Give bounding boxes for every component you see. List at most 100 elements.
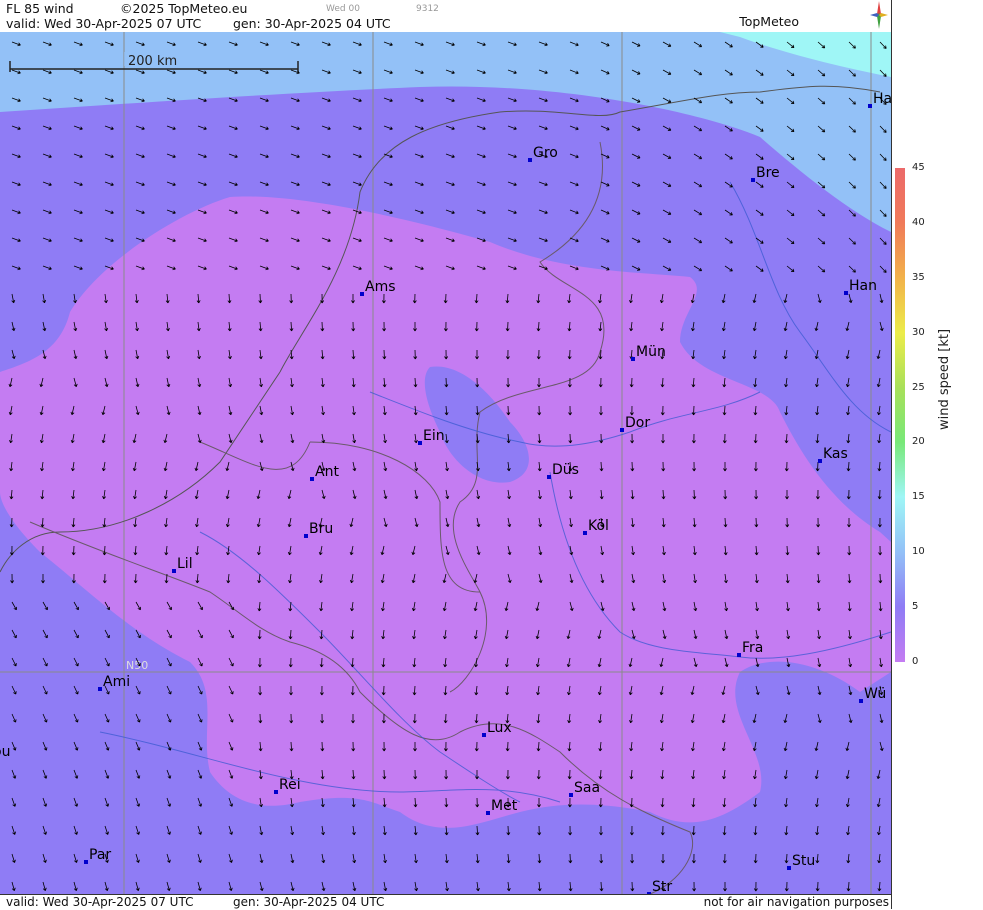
city-label: Mün: [636, 344, 666, 360]
legend-title: wind speed [kt]: [937, 328, 952, 430]
product-code: 9312: [416, 4, 439, 14]
city-dot: [98, 687, 102, 691]
city-dot: [583, 531, 587, 535]
city-marker: Stu: [787, 853, 815, 870]
city-dot: [751, 178, 755, 182]
city-marker: Düs: [547, 462, 579, 479]
compass-icon: [870, 1, 888, 29]
city-dot: [569, 793, 573, 797]
city-label: Lil: [177, 556, 193, 572]
colorbar-tick: 35: [912, 271, 925, 283]
colorbar-segment: [895, 552, 905, 608]
footer-valid-time: valid: Wed 30-Apr-2025 07 UTC: [6, 895, 194, 909]
city-dot: [360, 292, 364, 296]
city-label: Stu: [792, 853, 815, 869]
city-marker: Dor: [620, 415, 650, 432]
topmeteo-logo: TopMeteo: [739, 14, 799, 29]
city-label: Gro: [533, 145, 558, 161]
city-dot: [844, 291, 848, 295]
colorbar-tick: 0: [912, 656, 919, 667]
product-title: FL 85 wind: [6, 1, 74, 16]
city-marker: ou: [0, 744, 10, 760]
city-label: Köl: [588, 518, 609, 534]
valid-time: valid: Wed 30-Apr-2025 07 UTC: [6, 16, 202, 31]
city-label: Ha: [873, 91, 891, 107]
colorbar-segment: [895, 168, 905, 223]
city-dot: [631, 357, 635, 361]
city-dot: [486, 811, 490, 815]
colorbar-tick: 45: [912, 162, 925, 173]
colorbar-segment: [895, 387, 905, 443]
city-dot: [310, 477, 314, 481]
city-label: Dor: [625, 415, 650, 431]
city-dot: [304, 534, 308, 538]
city-dot: [620, 428, 624, 432]
city-label: Ami: [103, 674, 130, 690]
city-dot: [482, 733, 486, 737]
city-label: Düs: [552, 462, 579, 478]
generated-time: gen: 30-Apr-2025 04 UTC: [233, 16, 391, 31]
colorbar-tick: 5: [912, 601, 919, 613]
city-marker: Ant: [310, 464, 339, 481]
city-dot: [859, 699, 863, 703]
city-dot: [274, 790, 278, 794]
city-label: Rei: [279, 777, 301, 793]
city-marker: Met: [486, 798, 518, 815]
city-marker: Gro: [528, 145, 558, 162]
valid-day-small: Wed 00: [326, 4, 360, 14]
colorbar-segment: [895, 442, 905, 498]
map-canvas: 200 km N50 GroBreHaAms HanMünDorEinKasDüs…: [0, 32, 891, 894]
colorbar-tick: 20: [912, 436, 925, 448]
wind-speed-legend: 45 40 35 30 25 20 15 10 5 0 wind speed [kt]: [891, 0, 983, 909]
city-dot: [818, 459, 822, 463]
city-marker: Par: [84, 847, 111, 864]
scale-bar-label: 200 km: [128, 54, 177, 69]
city-marker: Mün: [631, 344, 666, 361]
colorbar-tick: 25: [912, 381, 925, 393]
city-label: Lux: [487, 720, 512, 736]
city-dot: [737, 653, 741, 657]
city-marker: Lux: [482, 720, 512, 737]
city-label: Han: [849, 278, 877, 294]
colorbar-segment: [895, 332, 905, 388]
copyright: ©2025 TopMeteo.eu: [120, 1, 248, 16]
city-marker: Han: [844, 278, 877, 295]
city-marker: Bru: [304, 521, 333, 538]
city-label: Met: [491, 798, 518, 814]
colorbar-segment: [895, 607, 905, 662]
city-dot: [528, 158, 532, 162]
city-marker: Ams: [360, 279, 396, 296]
city-label: Ant: [315, 464, 339, 480]
colorbar-tick: 10: [912, 546, 925, 558]
city-marker: Kas: [818, 446, 848, 463]
city-label: Ein: [423, 428, 445, 444]
city-label: Bre: [756, 165, 780, 181]
city-label: Par: [89, 847, 111, 863]
city-marker: Ami: [98, 674, 130, 691]
city-label: ou: [0, 744, 10, 760]
city-label: Wü: [864, 686, 886, 702]
city-dot: [868, 104, 872, 108]
city-dot: [84, 860, 88, 864]
colorbar-segment: [895, 222, 905, 278]
city-dot: [418, 441, 422, 445]
colorbar-tick: 15: [912, 491, 925, 503]
disclaimer: not for air navigation purposes: [703, 895, 889, 909]
colorbar-segment: [895, 277, 905, 333]
city-label: Kas: [823, 446, 848, 462]
colorbar-tick: 30: [912, 326, 925, 338]
city-label: Bru: [309, 521, 333, 537]
city-label: Ams: [365, 279, 396, 295]
city-marker: Bre: [751, 165, 780, 182]
city-label: Fra: [742, 640, 763, 656]
city-marker: Wü: [859, 686, 886, 703]
city-dot: [547, 475, 551, 479]
city-label: Str: [652, 879, 672, 894]
city-label: Saa: [574, 780, 600, 796]
colorbar-segment: [895, 497, 905, 553]
wind-map[interactable]: 200 km N50 Gro Bre Ha Ams Han Mün Dor Ein Kas Düs…: [0, 32, 891, 894]
city-dot: [172, 569, 176, 573]
footer-generated-time: gen: 30-Apr-2025 04 UTC: [233, 895, 385, 909]
city-dot: [787, 866, 791, 870]
city-marker: Saa: [569, 780, 600, 797]
